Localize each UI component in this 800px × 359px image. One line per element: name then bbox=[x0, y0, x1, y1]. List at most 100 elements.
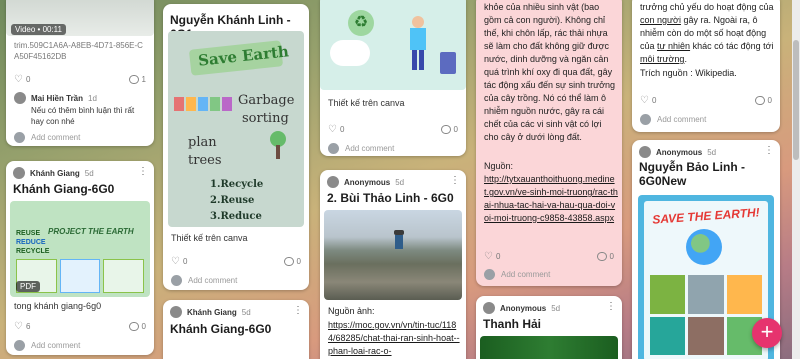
add-comment-label: Add comment bbox=[31, 133, 81, 142]
comment-count-button[interactable]: 0 bbox=[283, 257, 301, 266]
khanh-giang-post-card-2[interactable]: Khánh Giang 5d ⋮ Khánh Giang-6G0 bbox=[163, 300, 309, 359]
person-sweeping-illustration bbox=[406, 16, 430, 72]
tree-illustration bbox=[264, 131, 292, 161]
avatar bbox=[14, 340, 25, 351]
avatar bbox=[328, 143, 339, 154]
post-time: 5d bbox=[707, 147, 717, 157]
add-post-button[interactable]: + bbox=[752, 318, 782, 348]
more-options-icon[interactable]: ⋮ bbox=[293, 306, 303, 316]
comment-icon bbox=[128, 322, 139, 331]
comment-count-button[interactable]: 0 bbox=[596, 252, 614, 261]
comment-count-button[interactable]: 1 bbox=[128, 75, 146, 84]
thanh-hai-post-card[interactable]: Anonymous 5d ⋮ Thanh Hải bbox=[476, 296, 622, 359]
post-meta: Khánh Giang 5d bbox=[170, 306, 251, 318]
pdf-thumbnail[interactable]: PROJECT THE EARTH REUSE REDUCE RECYCLE P… bbox=[10, 201, 150, 297]
poster-list-item: 1.Recycle bbox=[210, 179, 264, 190]
video-badge: Video • 00:11 bbox=[11, 24, 66, 35]
post-title: Thanh Hải bbox=[483, 317, 542, 331]
comment-count-button[interactable]: 0 bbox=[440, 125, 458, 134]
plastic-waste-text-card[interactable]: khỏe của nhiều sinh vật (bao gồm cả con … bbox=[476, 0, 622, 286]
pdf-poster-words: REUSE REDUCE RECYCLE bbox=[16, 229, 49, 256]
bui-thao-linh-post-card[interactable]: Anonymous 5d ⋮ 2. Bùi Thảo Linh - 6G0 Ngu… bbox=[320, 170, 466, 359]
post-meta: Khánh Giang 5d bbox=[13, 167, 94, 179]
avatar bbox=[483, 302, 495, 314]
post-author: Anonymous bbox=[500, 303, 547, 313]
add-comment-field[interactable]: Add comment bbox=[171, 275, 237, 286]
post-caption: tong khánh giang-6g0 bbox=[14, 301, 102, 311]
post-title: Nguyễn Bảo Linh - 6G0New bbox=[639, 160, 745, 188]
like-button[interactable]: ♡ 6 bbox=[14, 321, 30, 332]
khanh-giang-post-card[interactable]: Khánh Giang 5d ⋮ Khánh Giang-6G0 PROJECT … bbox=[6, 161, 154, 355]
post-body: trưởng chủ yếu do hoạt động của con ngườ… bbox=[640, 1, 776, 66]
source-label: Nguồn: bbox=[484, 161, 514, 171]
comment-count-button[interactable]: 0 bbox=[128, 322, 146, 331]
canva-post-card[interactable]: ♻ Thiết kế trên canva ♡ 0 0 Add comment bbox=[320, 0, 466, 156]
post-image-preview[interactable] bbox=[480, 336, 618, 359]
like-count: 0 bbox=[339, 125, 345, 134]
like-count: 6 bbox=[25, 322, 31, 331]
poster-list-item: 2.Reuse bbox=[210, 195, 255, 206]
add-comment-label: Add comment bbox=[657, 115, 707, 124]
post-author: Anonymous bbox=[656, 147, 703, 157]
comment-count-button[interactable]: 0 bbox=[754, 96, 772, 105]
more-options-icon[interactable]: ⋮ bbox=[450, 176, 460, 186]
garbage-bins-illustration bbox=[174, 97, 232, 111]
link-tu-nhien[interactable]: tự nhiên bbox=[657, 41, 690, 51]
add-comment-field[interactable]: Add comment bbox=[14, 340, 80, 351]
landfill-photo[interactable] bbox=[324, 210, 462, 300]
padlet-board: Video • 00:11 trim.509C1A6A-A8EB-4D71-85… bbox=[0, 0, 800, 359]
vertical-scrollbar[interactable] bbox=[792, 0, 800, 359]
more-options-icon[interactable]: ⋮ bbox=[138, 167, 148, 177]
add-comment-field[interactable]: Add comment bbox=[640, 114, 706, 125]
more-options-icon[interactable]: ⋮ bbox=[764, 146, 774, 156]
add-comment-field[interactable]: Add comment bbox=[328, 143, 394, 154]
canva-illustration[interactable]: ♻ bbox=[320, 0, 466, 90]
pollution-text-card[interactable]: trưởng chủ yếu do hoạt động của con ngườ… bbox=[632, 0, 780, 132]
heart-icon: ♡ bbox=[171, 256, 180, 267]
comment-entry: Mai Hiền Trần 1d Nếu có thêm bình luận th… bbox=[14, 92, 148, 127]
post-meta: Anonymous 5d bbox=[327, 176, 404, 188]
poster-garbage: Garbage bbox=[238, 93, 295, 108]
poster-plan: plan bbox=[188, 135, 217, 150]
link-moi-truong[interactable]: môi trường bbox=[640, 54, 684, 64]
comment-count: 0 bbox=[609, 252, 614, 261]
avatar bbox=[13, 167, 25, 179]
poster-word: RECYCLE bbox=[16, 248, 50, 255]
like-button[interactable]: ♡ 0 bbox=[328, 124, 344, 135]
add-comment-field[interactable]: Add comment bbox=[484, 269, 550, 280]
avatar bbox=[171, 275, 182, 286]
video-thumbnail[interactable]: Video • 00:11 bbox=[6, 0, 154, 36]
post-body: khỏe của nhiều sinh vật (bao gồm cả con … bbox=[484, 2, 616, 142]
comment-count: 0 bbox=[453, 125, 458, 134]
earth-globe-illustration bbox=[686, 229, 722, 265]
comment-count: 1 bbox=[141, 75, 146, 84]
video-post-card[interactable]: Video • 00:11 trim.509C1A6A-A8EB-4D71-85… bbox=[6, 0, 154, 146]
post-reactions: ♡ 0 0 bbox=[640, 95, 772, 106]
post-meta: Anonymous 5d bbox=[639, 146, 716, 158]
post-author: Khánh Giang bbox=[187, 307, 237, 317]
like-count: 0 bbox=[495, 252, 501, 261]
like-button[interactable]: ♡ 0 bbox=[171, 256, 187, 267]
comment-author: Mai Hiền Trần bbox=[31, 93, 84, 103]
avatar bbox=[327, 176, 339, 188]
like-button[interactable]: ♡ 0 bbox=[484, 251, 500, 262]
scrollbar-thumb[interactable] bbox=[793, 40, 799, 160]
poster-image[interactable]: Save Earth Garbage sorting plan trees 1.… bbox=[168, 31, 304, 227]
worker-figure bbox=[394, 230, 404, 256]
post-time: 5d bbox=[241, 307, 251, 317]
link-con-nguoi[interactable]: con người bbox=[640, 15, 681, 25]
source-link[interactable]: http://tytxauanthoithuong.medinet.gov.vn… bbox=[484, 173, 618, 225]
heart-icon: ♡ bbox=[14, 74, 23, 85]
video-filename: trim.509C1A6A-A8EB-4D71-856E-CA50F45162D… bbox=[14, 41, 143, 61]
more-options-icon[interactable]: ⋮ bbox=[606, 302, 616, 312]
source-citation: Trích nguồn : Wikipedia. bbox=[640, 68, 737, 78]
post-author: Anonymous bbox=[344, 177, 391, 187]
like-button[interactable]: ♡ 0 bbox=[14, 74, 30, 85]
source-link[interactable]: https://moc.gov.vn/vn/tin-tuc/1184/68285… bbox=[328, 319, 460, 358]
body-text-segment: . bbox=[684, 54, 687, 64]
nguyen-khanh-linh-post-card[interactable]: Nguyễn Khánh Linh - 6G1 Save Earth Garba… bbox=[163, 4, 309, 290]
post-title: Khánh Giang-6G0 bbox=[170, 322, 272, 336]
like-button[interactable]: ♡ 0 bbox=[640, 95, 656, 106]
poster-word: REDUCE bbox=[16, 239, 46, 246]
add-comment-field[interactable]: Add comment bbox=[14, 132, 80, 143]
